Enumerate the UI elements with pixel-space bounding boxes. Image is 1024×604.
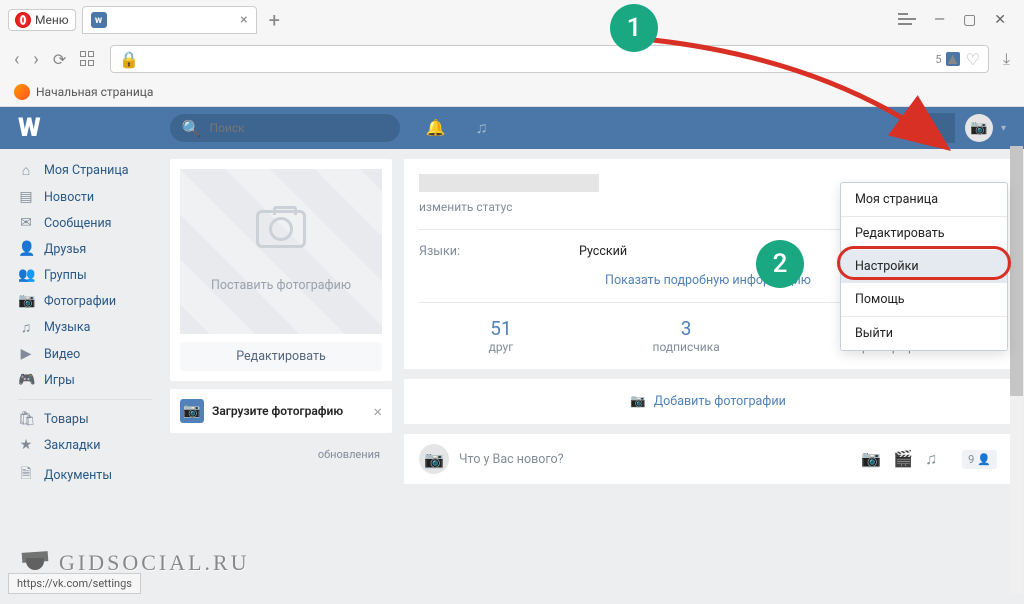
- callout-1: 1: [610, 4, 658, 52]
- sidebar-separator: [18, 399, 152, 400]
- docs-icon: 🗎: [18, 463, 34, 487]
- compose-placeholder: Что у Вас нового?: [459, 452, 851, 467]
- home-icon: ⌂: [18, 162, 34, 179]
- change-status-link[interactable]: изменить статус: [419, 200, 513, 214]
- notifications-icon[interactable]: 🔔: [426, 118, 446, 138]
- upload-label: Загрузите фотографию: [212, 404, 365, 418]
- new-tab-button[interactable]: +: [263, 8, 286, 32]
- search-icon: 🔍: [182, 119, 202, 138]
- search-box[interactable]: 🔍: [170, 114, 400, 142]
- profile-name-placeholder: [419, 174, 599, 192]
- camera-small-icon: 📷: [630, 394, 646, 409]
- attach-photo-icon[interactable]: 📷: [861, 449, 881, 469]
- attach-music-icon[interactable]: ♫: [925, 449, 937, 469]
- set-photo-label: Поставить фотографию: [211, 278, 351, 293]
- photo-icon: 📷: [18, 293, 34, 309]
- chevron-down-icon: ▾: [1001, 123, 1006, 134]
- video-icon: ▶: [18, 346, 34, 362]
- group-icon: 👥: [18, 267, 34, 283]
- bookmark-icon: ★: [18, 437, 34, 453]
- header-icons: 🔔 ♫: [426, 118, 488, 138]
- add-photos-card[interactable]: 📷 Добавить фотографии: [404, 379, 1012, 424]
- menu-label: Меню: [35, 13, 69, 27]
- attach-video-icon[interactable]: 🎬: [893, 449, 913, 469]
- stat-followers[interactable]: 3подписчика: [653, 317, 720, 354]
- maximize-icon[interactable]: ▢: [963, 12, 976, 28]
- sidebar-item-news[interactable]: ▤Новости: [0, 184, 170, 210]
- grad-cap-icon: [14, 552, 56, 574]
- back-button[interactable]: ‹: [14, 49, 19, 70]
- vk-logo[interactable]: W: [18, 113, 40, 143]
- sidebar-item-groups[interactable]: 👥Группы: [0, 262, 170, 288]
- updates-link[interactable]: обновления: [170, 433, 392, 476]
- arrow-1: [648, 30, 958, 160]
- heart-icon[interactable]: ♡: [966, 50, 980, 69]
- compose-icons: 📷 🎬 ♫: [861, 449, 937, 469]
- vk-favicon-icon: w: [91, 12, 107, 28]
- photo-card: Поставить фотографию Редактировать: [170, 159, 392, 381]
- camera-icon: [256, 210, 306, 248]
- speed-dial-button[interactable]: [80, 51, 96, 67]
- compose-avatar-icon: 📷: [419, 444, 449, 474]
- scrollbar-thumb[interactable]: [1010, 146, 1023, 396]
- status-bar: https://vk.com/settings: [8, 573, 141, 594]
- lang-value: Русский: [579, 244, 627, 259]
- person-icon: 👤: [977, 453, 991, 466]
- upload-close-icon[interactable]: ×: [373, 402, 382, 421]
- lock-icon: 🔒: [119, 50, 139, 69]
- avatar-icon: 📷: [965, 114, 993, 142]
- lang-label: Языки:: [419, 244, 579, 259]
- minimize-icon[interactable]: —: [934, 12, 945, 28]
- edit-button[interactable]: Редактировать: [180, 342, 382, 371]
- sidebar-item-docs[interactable]: 🗎Документы: [0, 458, 170, 492]
- music-side-icon: ♫: [18, 319, 34, 336]
- reload-button[interactable]: ⟳: [53, 50, 66, 69]
- sidebar-item-friends[interactable]: 👤Друзья: [0, 236, 170, 262]
- profile-dropdown: Моя страница Редактировать Настройки Пом…: [840, 182, 1008, 351]
- photo-column: Поставить фотографию Редактировать 📷 Заг…: [170, 149, 392, 604]
- music-icon[interactable]: ♫: [476, 118, 488, 138]
- download-icon[interactable]: ⤓: [1003, 49, 1010, 69]
- forward-button[interactable]: ›: [33, 49, 38, 70]
- sidebar: ⌂Моя Страница ▤Новости ✉Сообщения 👤Друзь…: [0, 149, 170, 604]
- photo-placeholder[interactable]: Поставить фотографию: [180, 169, 382, 334]
- friend-icon: 👤: [18, 241, 34, 257]
- firefox-icon: [14, 84, 30, 100]
- window-controls: — ▢ ✕: [898, 12, 1016, 28]
- sidebar-item-shop[interactable]: 🛍Товары: [0, 406, 170, 432]
- message-icon: ✉: [18, 215, 34, 231]
- add-photos-label: Добавить фотографии: [654, 394, 786, 409]
- sidebar-item-music[interactable]: ♫Музыка: [0, 314, 170, 341]
- compose-card[interactable]: 📷 Что у Вас нового? 📷 🎬 ♫ 9👤: [404, 434, 1012, 484]
- dd-help[interactable]: Помощь: [841, 283, 1007, 316]
- upload-card[interactable]: 📷 Загрузите фотографию ×: [170, 389, 392, 433]
- sidebar-item-messages[interactable]: ✉Сообщения: [0, 210, 170, 236]
- sidebar-item-games[interactable]: 🎮Игры: [0, 367, 170, 393]
- browser-tab[interactable]: w ×: [82, 6, 257, 34]
- sidebar-item-photos[interactable]: 📷Фотографии: [0, 288, 170, 314]
- search-input[interactable]: [210, 121, 366, 135]
- dd-edit[interactable]: Редактировать: [841, 217, 1007, 250]
- news-icon: ▤: [18, 189, 34, 205]
- stat-friends[interactable]: 51друг: [489, 317, 514, 354]
- tab-close-icon[interactable]: ×: [240, 12, 247, 28]
- sidebar-item-bookmarks[interactable]: ★Закладки: [0, 432, 170, 458]
- browser-menu-button[interactable]: Меню: [8, 9, 76, 31]
- dd-my-page[interactable]: Моя страница: [841, 183, 1007, 216]
- dd-logout[interactable]: Выйти: [841, 317, 1007, 350]
- callout-2: 2: [756, 240, 804, 288]
- opera-icon: [15, 12, 31, 28]
- shop-icon: 🛍: [18, 411, 34, 427]
- dd-settings[interactable]: Настройки: [841, 250, 1007, 283]
- sidebar-item-video[interactable]: ▶Видео: [0, 341, 170, 367]
- close-window-icon[interactable]: ✕: [994, 12, 1006, 28]
- games-icon: 🎮: [18, 372, 34, 388]
- compose-badge[interactable]: 9👤: [962, 450, 997, 469]
- bookmark-label[interactable]: Начальная страница: [36, 85, 153, 99]
- sidebar-item-page[interactable]: ⌂Моя Страница: [0, 157, 170, 184]
- upload-camera-icon: 📷: [180, 399, 204, 423]
